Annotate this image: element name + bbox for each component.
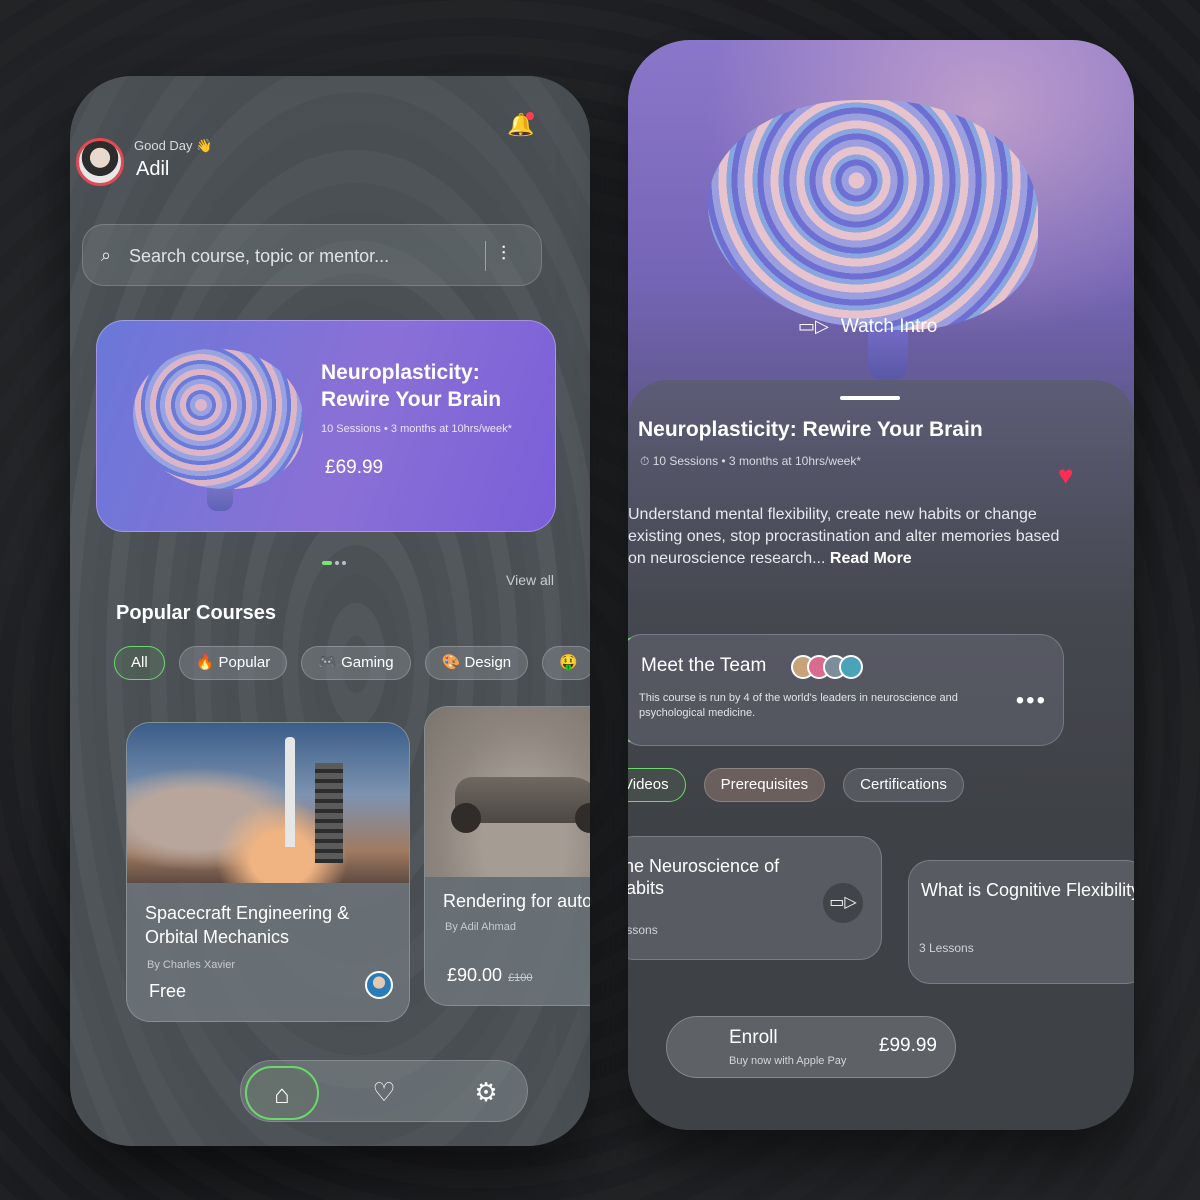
chip-all[interactable]: All xyxy=(114,646,165,680)
search-input[interactable]: Search course, topic or mentor... xyxy=(129,246,389,267)
lesson-title: What is Cognitive Flexibility xyxy=(921,880,1134,900)
avatar[interactable] xyxy=(76,138,124,186)
search-icon: ⌕ xyxy=(101,245,112,265)
featured-title: Neuroplasticity: Rewire Your Brain xyxy=(321,361,502,411)
course-author: By Adil Ahmad xyxy=(445,921,516,933)
course-detail-screen: ▭▷ Watch Intro Neuroplasticity: Rewire Yo… xyxy=(628,40,1134,1130)
course-author: By Charles Xavier xyxy=(147,959,236,971)
instructor-avatar[interactable] xyxy=(365,971,393,999)
lesson-card[interactable]: The Neuroscience of Habits Lessons ▭▷ xyxy=(628,836,882,960)
featured-meta: 10 Sessions • 3 months at 10hrs/week* xyxy=(321,423,512,435)
rocket-shape xyxy=(285,737,295,847)
notification-bell-icon[interactable]: 🔔 xyxy=(506,110,536,140)
chip-gaming[interactable]: 🎮 Gaming xyxy=(301,646,411,680)
search-bar[interactable]: ⌕ Search course, topic or mentor... ⫶ xyxy=(82,224,542,286)
enroll-button[interactable]: Enroll Buy now with Apple Pay £99.99 xyxy=(666,1016,956,1078)
greeting: Good Day 👋 xyxy=(134,138,213,153)
section-title: Popular Courses xyxy=(116,602,277,624)
team-title: Meet the Team xyxy=(641,655,767,676)
sheet-handle[interactable] xyxy=(840,396,900,400)
lesson-card[interactable]: What is Cognitive Flexibility 3 Lessons xyxy=(908,860,1134,984)
course-price: Free xyxy=(149,981,187,1001)
lesson-title: The Neuroscience of Habits xyxy=(628,856,780,898)
course-old-price: £100 xyxy=(508,972,533,984)
brain-image xyxy=(133,349,303,489)
tab-certifications[interactable]: Certifications xyxy=(843,768,964,802)
launch-tower-shape xyxy=(315,763,343,863)
course-price: £90.00 xyxy=(447,965,503,985)
category-chips: All 🔥 Popular 🎮 Gaming 🎨 Design 🤑 xyxy=(114,646,590,686)
watch-intro-label: Watch Intro xyxy=(840,316,938,337)
enroll-subtitle: Buy now with Apple Pay xyxy=(729,1055,847,1067)
bottom-nav: ⌂ ♡ ⚙ xyxy=(240,1060,528,1122)
course-card[interactable]: Spacecraft Engineering & Orbital Mechani… xyxy=(126,722,410,1022)
chip-popular[interactable]: 🔥 Popular xyxy=(178,646,288,680)
meet-team-card[interactable]: Meet the Team This course is run by 4 of… xyxy=(628,634,1064,746)
rocket-launch-image xyxy=(127,723,409,883)
lesson-count: 3 Lessons xyxy=(919,941,974,955)
video-camera-icon[interactable]: ▭▷ xyxy=(823,883,863,923)
carousel-indicator[interactable] xyxy=(322,552,349,570)
course-title: Neuroplasticity: Rewire Your Brain xyxy=(638,418,983,441)
carousel-dot[interactable] xyxy=(342,561,346,565)
lesson-count: Lessons xyxy=(628,923,658,937)
heart-icon[interactable]: ♥ xyxy=(1058,460,1073,491)
carousel-dot[interactable] xyxy=(335,561,339,565)
team-description: This course is run by 4 of the world's l… xyxy=(639,692,958,719)
divider xyxy=(485,241,486,271)
course-price-row: £90.00 £100 xyxy=(447,965,533,986)
notification-dot xyxy=(526,112,534,120)
chip-more[interactable]: 🤑 xyxy=(542,646,590,680)
team-avatars xyxy=(791,655,863,684)
enroll-price: £99.99 xyxy=(878,1035,937,1056)
enroll-label: Enroll xyxy=(729,1027,778,1048)
race-car-image xyxy=(425,707,590,877)
avatar xyxy=(839,655,863,679)
filter-icon[interactable]: ⫶ xyxy=(501,243,506,266)
tab-prerequisites[interactable]: Prerequisites xyxy=(703,768,826,802)
wheel-shape xyxy=(451,803,481,833)
tab-videos[interactable]: Videos xyxy=(628,768,686,802)
chip-design[interactable]: 🎨 Design xyxy=(424,646,529,680)
home-screen: Good Day 👋 Adil 🔔 ⌕ Search course, topic… xyxy=(70,76,590,1146)
gear-icon[interactable]: ⚙ xyxy=(449,1066,523,1120)
carousel-dot-active[interactable] xyxy=(322,561,332,565)
featured-price: £69.99 xyxy=(325,457,384,478)
watch-intro-button[interactable]: ▭▷ Watch Intro xyxy=(798,316,937,338)
course-meta: ⏱ 10 Sessions • 3 months at 10hrs/week* xyxy=(640,454,862,468)
video-camera-icon: ▭▷ xyxy=(798,316,829,336)
heart-icon[interactable]: ♡ xyxy=(347,1066,421,1120)
more-icon[interactable]: ••• xyxy=(1016,687,1047,715)
featured-course-card[interactable]: Neuroplasticity: Rewire Your Brain 10 Se… xyxy=(96,320,556,532)
home-icon[interactable]: ⌂ xyxy=(245,1066,319,1120)
read-more-link[interactable]: Read More xyxy=(830,550,912,567)
course-title: Rendering for auto xyxy=(443,891,590,911)
view-all-link[interactable]: View all xyxy=(506,572,554,588)
course-title: Spacecraft Engineering & Orbital Mechani… xyxy=(145,903,350,947)
course-card[interactable]: Rendering for auto By Adil Ahmad £90.00 £… xyxy=(424,706,590,1006)
course-description: Understand mental flexibility, create ne… xyxy=(628,504,1078,570)
detail-tabs: Videos Prerequisites Certifications xyxy=(628,768,982,802)
user-name: Adil xyxy=(136,158,170,180)
